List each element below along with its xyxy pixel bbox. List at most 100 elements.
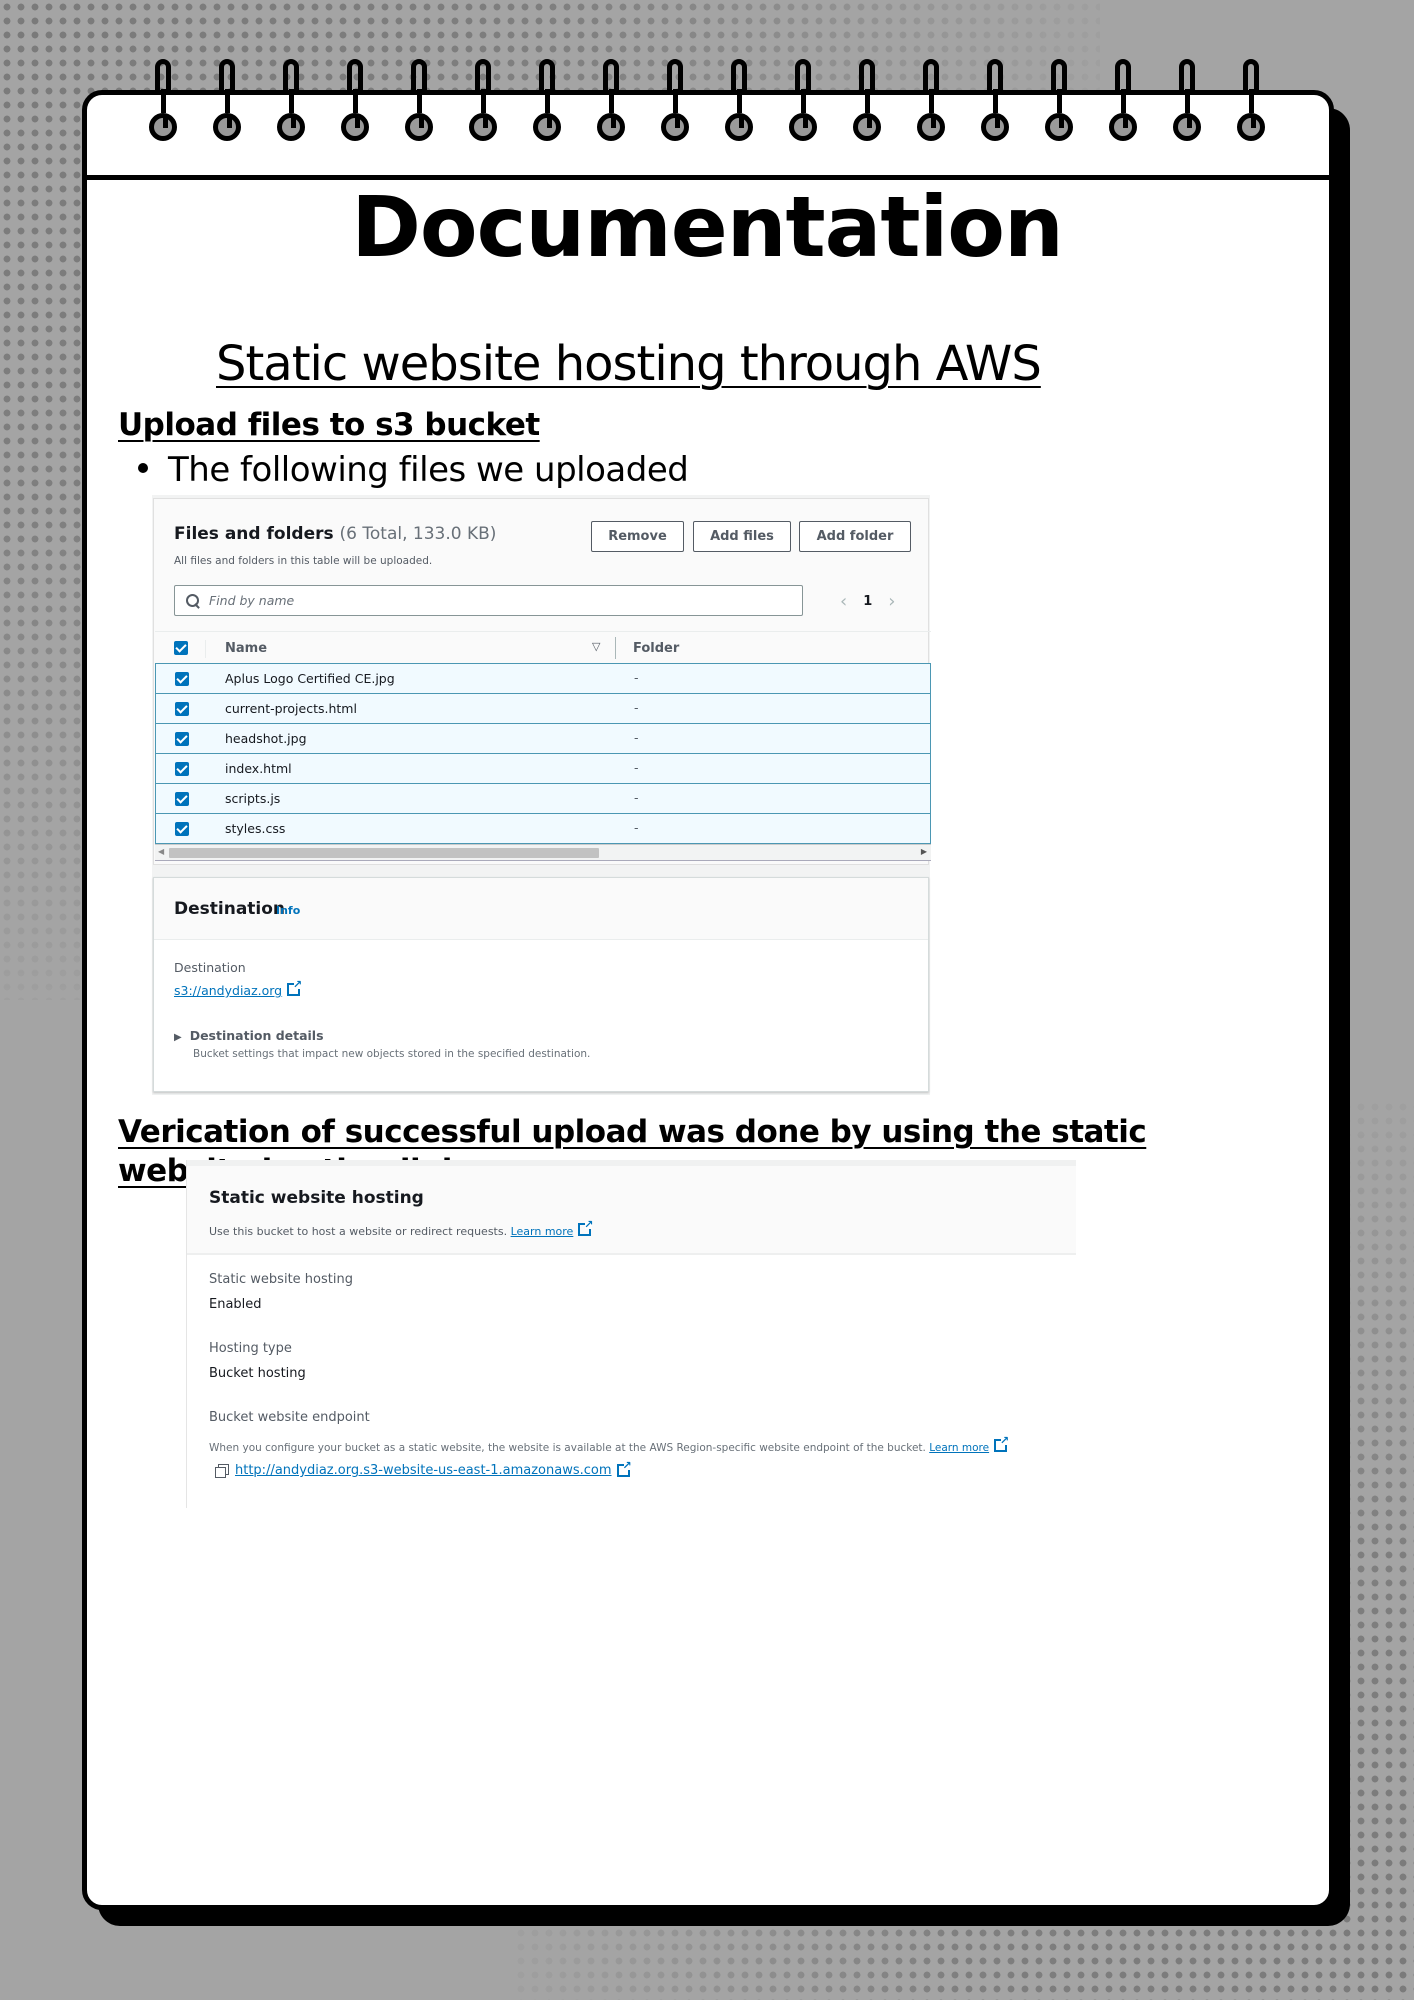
table-row[interactable]: headshot.jpg - xyxy=(155,723,931,754)
ring-hook xyxy=(603,59,619,93)
endpoint-learn-more-link[interactable]: Learn more xyxy=(929,1442,989,1454)
horizontal-scrollbar[interactable]: ◀ ▶ xyxy=(155,844,931,861)
ring-hook xyxy=(1243,59,1259,93)
ring-stem xyxy=(288,89,294,113)
learn-more-link[interactable]: Learn more xyxy=(511,1225,574,1238)
column-resize-handle[interactable] xyxy=(615,637,616,659)
ring-stem xyxy=(608,89,614,113)
row-checkbox[interactable] xyxy=(175,702,189,716)
row-checkbox[interactable] xyxy=(175,672,189,686)
bullet-dot-icon xyxy=(138,462,148,473)
row-checkbox[interactable] xyxy=(175,822,189,836)
spiral-ring-icon xyxy=(595,59,627,159)
ring-hook xyxy=(475,59,491,93)
scroll-right-icon[interactable]: ▶ xyxy=(921,847,927,856)
ring-hook xyxy=(923,59,939,93)
endpoint-url-link[interactable]: http://andydiaz.org.s3-website-us-east-1… xyxy=(235,1463,612,1478)
table-row[interactable]: styles.css - xyxy=(155,813,931,844)
table-row[interactable]: index.html - xyxy=(155,753,931,784)
file-folder: - xyxy=(634,760,639,775)
caret-right-icon: ▶ xyxy=(174,1032,182,1043)
ring-stem xyxy=(544,89,550,113)
ring-stem xyxy=(1184,89,1190,113)
ring-hole xyxy=(981,113,1009,141)
endpoint-description-text: When you configure your bucket as a stat… xyxy=(209,1442,926,1454)
ring-hole xyxy=(469,113,497,141)
ring-stem xyxy=(672,89,678,113)
spiral-ring-icon xyxy=(147,59,179,159)
table-row[interactable]: scripts.js - xyxy=(155,783,931,814)
chevron-left-icon[interactable]: ‹ xyxy=(840,591,847,612)
sort-icon[interactable]: ▽ xyxy=(592,640,600,653)
row-checkbox[interactable] xyxy=(175,762,189,776)
spiral-ring-icon xyxy=(915,59,947,159)
row-checkbox[interactable] xyxy=(175,732,189,746)
field-value-static-hosting: Enabled xyxy=(209,1297,262,1312)
field-label-static-hosting: Static website hosting xyxy=(209,1272,353,1287)
destination-value[interactable]: s3://andydiaz.org xyxy=(174,983,282,998)
destination-details-toggle[interactable]: ▶ Destination details xyxy=(174,1028,324,1043)
column-header-name[interactable]: Name xyxy=(225,641,267,656)
spiral-ring-icon xyxy=(531,59,563,159)
spiral-binding xyxy=(147,59,1287,159)
remove-button[interactable]: Remove xyxy=(591,521,684,552)
file-name: Aplus Logo Certified CE.jpg xyxy=(225,671,395,686)
ring-hole xyxy=(725,113,753,141)
field-label-endpoint: Bucket website endpoint xyxy=(209,1410,370,1425)
spiral-ring-icon xyxy=(211,59,243,159)
destination-panel: Destination Info Destination s3://andydi… xyxy=(153,877,929,1092)
ring-stem xyxy=(1120,89,1126,113)
ring-hole xyxy=(341,113,369,141)
ring-hook xyxy=(155,59,171,93)
external-link-icon xyxy=(616,1459,632,1477)
current-page[interactable]: 1 xyxy=(863,594,872,609)
add-folder-button[interactable]: Add folder xyxy=(799,521,911,552)
ring-hole xyxy=(661,113,689,141)
destination-title: Destination xyxy=(174,899,286,919)
destination-label: Destination xyxy=(174,960,246,975)
spiral-ring-icon xyxy=(467,59,499,159)
table-row[interactable]: current-projects.html - xyxy=(155,693,931,724)
ring-stem xyxy=(160,89,166,113)
external-link-icon xyxy=(994,1434,1009,1452)
table-row[interactable]: Aplus Logo Certified CE.jpg - xyxy=(155,663,931,694)
chevron-right-icon[interactable]: › xyxy=(888,591,895,612)
field-value-hosting-type: Bucket hosting xyxy=(209,1366,306,1381)
aws-static-hosting-screenshot: Static website hosting Use this bucket t… xyxy=(186,1160,1076,1508)
ring-hook xyxy=(1115,59,1131,93)
info-link[interactable]: Info xyxy=(276,904,300,917)
search-field[interactable] xyxy=(174,585,803,616)
ring-hole xyxy=(405,113,433,141)
spiral-ring-icon xyxy=(1235,59,1267,159)
document-subtitle: Static website hosting through AWS xyxy=(216,336,1042,392)
ring-stem xyxy=(352,89,358,113)
destination-panel-header: Destination Info xyxy=(154,878,928,940)
search-input[interactable] xyxy=(209,593,789,608)
destination-link[interactable]: s3://andydiaz.org xyxy=(174,978,302,998)
ring-hole xyxy=(213,113,241,141)
ring-hook xyxy=(1051,59,1067,93)
spiral-ring-icon xyxy=(1107,59,1139,159)
spiral-ring-icon xyxy=(339,59,371,159)
ring-stem xyxy=(1056,89,1062,113)
add-files-button[interactable]: Add files xyxy=(693,521,791,552)
file-name: scripts.js xyxy=(225,791,281,806)
copy-icon[interactable] xyxy=(215,1464,229,1478)
hosting-description-text: Use this bucket to host a website or red… xyxy=(209,1225,508,1238)
ring-hole xyxy=(533,113,561,141)
file-folder: - xyxy=(634,670,639,685)
scrollbar-thumb[interactable] xyxy=(169,848,599,858)
destination-details-description: Bucket settings that impact new objects … xyxy=(193,1048,591,1060)
bullet-text: The following files we uploaded xyxy=(168,450,689,490)
select-all-checkbox[interactable] xyxy=(174,641,188,655)
row-checkbox[interactable] xyxy=(175,792,189,806)
scroll-left-icon[interactable]: ◀ xyxy=(158,847,164,856)
external-link-icon xyxy=(287,978,302,996)
files-panel-description: All files and folders in this table will… xyxy=(174,555,433,567)
ring-hole xyxy=(277,113,305,141)
column-header-folder[interactable]: Folder xyxy=(633,641,679,656)
file-folder: - xyxy=(634,730,639,745)
spiral-ring-icon xyxy=(851,59,883,159)
file-name: headshot.jpg xyxy=(225,731,307,746)
hosting-panel-header: Static website hosting Use this bucket t… xyxy=(187,1160,1076,1255)
